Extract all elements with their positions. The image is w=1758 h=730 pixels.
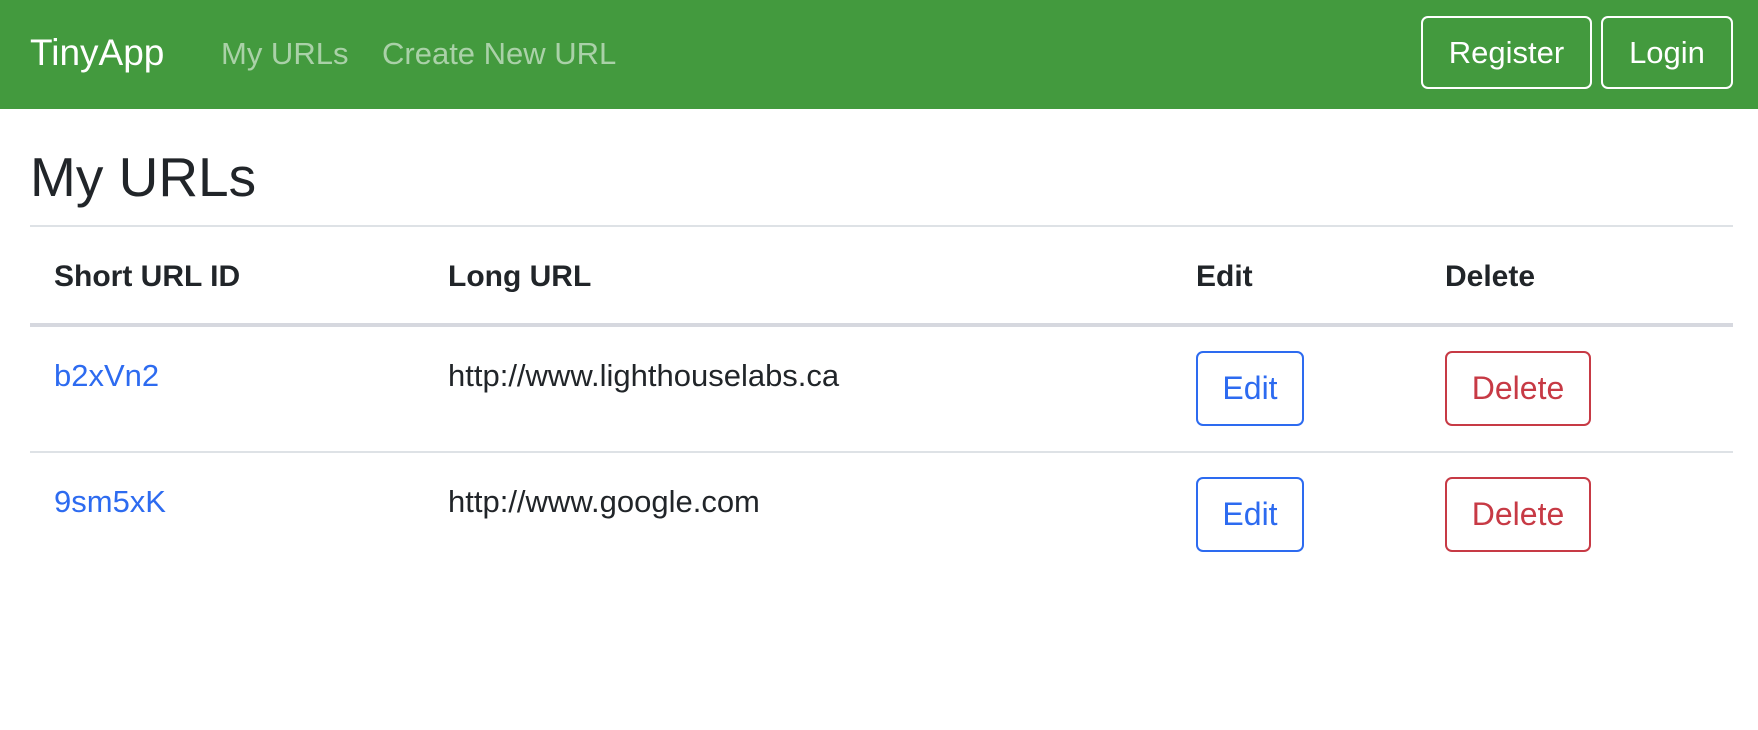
header-long-url: Long URL [448,260,592,293]
short-url-link[interactable]: b2xVn2 [54,358,159,393]
brand-link[interactable]: TinyApp [30,30,164,76]
short-url-link[interactable]: 9sm5xK [54,484,166,519]
nav-link-create-new-url[interactable]: Create New URL [382,34,616,74]
short-url-cell: 9sm5xK [54,482,166,522]
delete-button[interactable]: Delete [1445,351,1591,426]
long-url-cell: http://www.google.com [448,484,760,519]
long-url-cell: http://www.lighthouselabs.ca [448,358,840,393]
delete-button[interactable]: Delete [1445,477,1591,552]
header-short-url-id: Short URL ID [54,260,241,293]
login-button[interactable]: Login [1601,16,1733,89]
table-header-divider [30,323,1733,327]
table-top-divider [30,225,1733,227]
header-delete: Delete [1445,260,1536,293]
row-divider [30,451,1733,453]
top-navbar: TinyApp My URLs Create New URL Register … [0,0,1758,109]
page-title: My URLs [30,146,257,208]
header-edit: Edit [1196,260,1253,293]
register-button[interactable]: Register [1421,16,1592,89]
edit-button[interactable]: Edit [1196,351,1304,426]
short-url-cell: b2xVn2 [54,356,159,396]
nav-link-my-urls[interactable]: My URLs [221,34,348,74]
edit-button[interactable]: Edit [1196,477,1304,552]
